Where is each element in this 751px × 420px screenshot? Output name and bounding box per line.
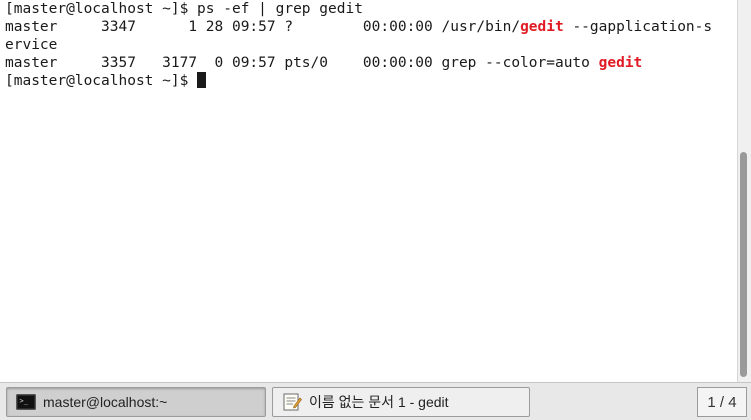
terminal-line: master 3357 3177 0 09:57 pts/0 00:00:00 … <box>5 54 642 72</box>
taskbar-item-gedit[interactable]: 이름 없는 문서 1 - gedit <box>272 387 530 417</box>
taskbar-item-label: master@localhost:~ <box>43 394 168 410</box>
terminal-window[interactable]: [master@localhost ~]$ ps -ef | grep gedi… <box>0 0 737 382</box>
terminal-prompt-line[interactable]: [master@localhost ~]$ <box>5 72 207 90</box>
text-cursor <box>197 72 207 88</box>
taskbar-item-terminal[interactable]: >_ master@localhost:~ <box>6 387 266 417</box>
terminal-line: ervice <box>5 37 58 53</box>
output-text: master 3357 3177 0 09:57 pts/0 00:00:00 … <box>5 55 599 71</box>
terminal-icon: >_ <box>15 393 37 411</box>
workspace-switcher[interactable]: 1 / 4 <box>697 387 747 417</box>
taskbar: >_ master@localhost:~ 이름 없는 문서 1 - gedit… <box>0 382 751 420</box>
terminal-line: master 3347 1 28 09:57 ? 00:00:00 /usr/b… <box>5 18 712 36</box>
text-editor-icon <box>281 393 303 411</box>
scrollbar-thumb[interactable] <box>740 152 747 377</box>
terminal-line: [master@localhost ~]$ ps -ef | grep gedi… <box>5 1 363 17</box>
workspace-indicator: 1 / 4 <box>707 393 737 411</box>
match-highlight: gedit <box>598 55 643 71</box>
output-text: --gapplication-s <box>563 19 713 35</box>
taskbar-item-label: 이름 없는 문서 1 - gedit <box>309 394 449 410</box>
match-highlight: gedit <box>520 19 564 35</box>
output-text: master 3347 1 28 09:57 ? 00:00:00 /usr/b… <box>5 19 521 35</box>
svg-text:>_: >_ <box>20 397 29 405</box>
prompt-text: [master@localhost ~]$ <box>5 73 198 89</box>
